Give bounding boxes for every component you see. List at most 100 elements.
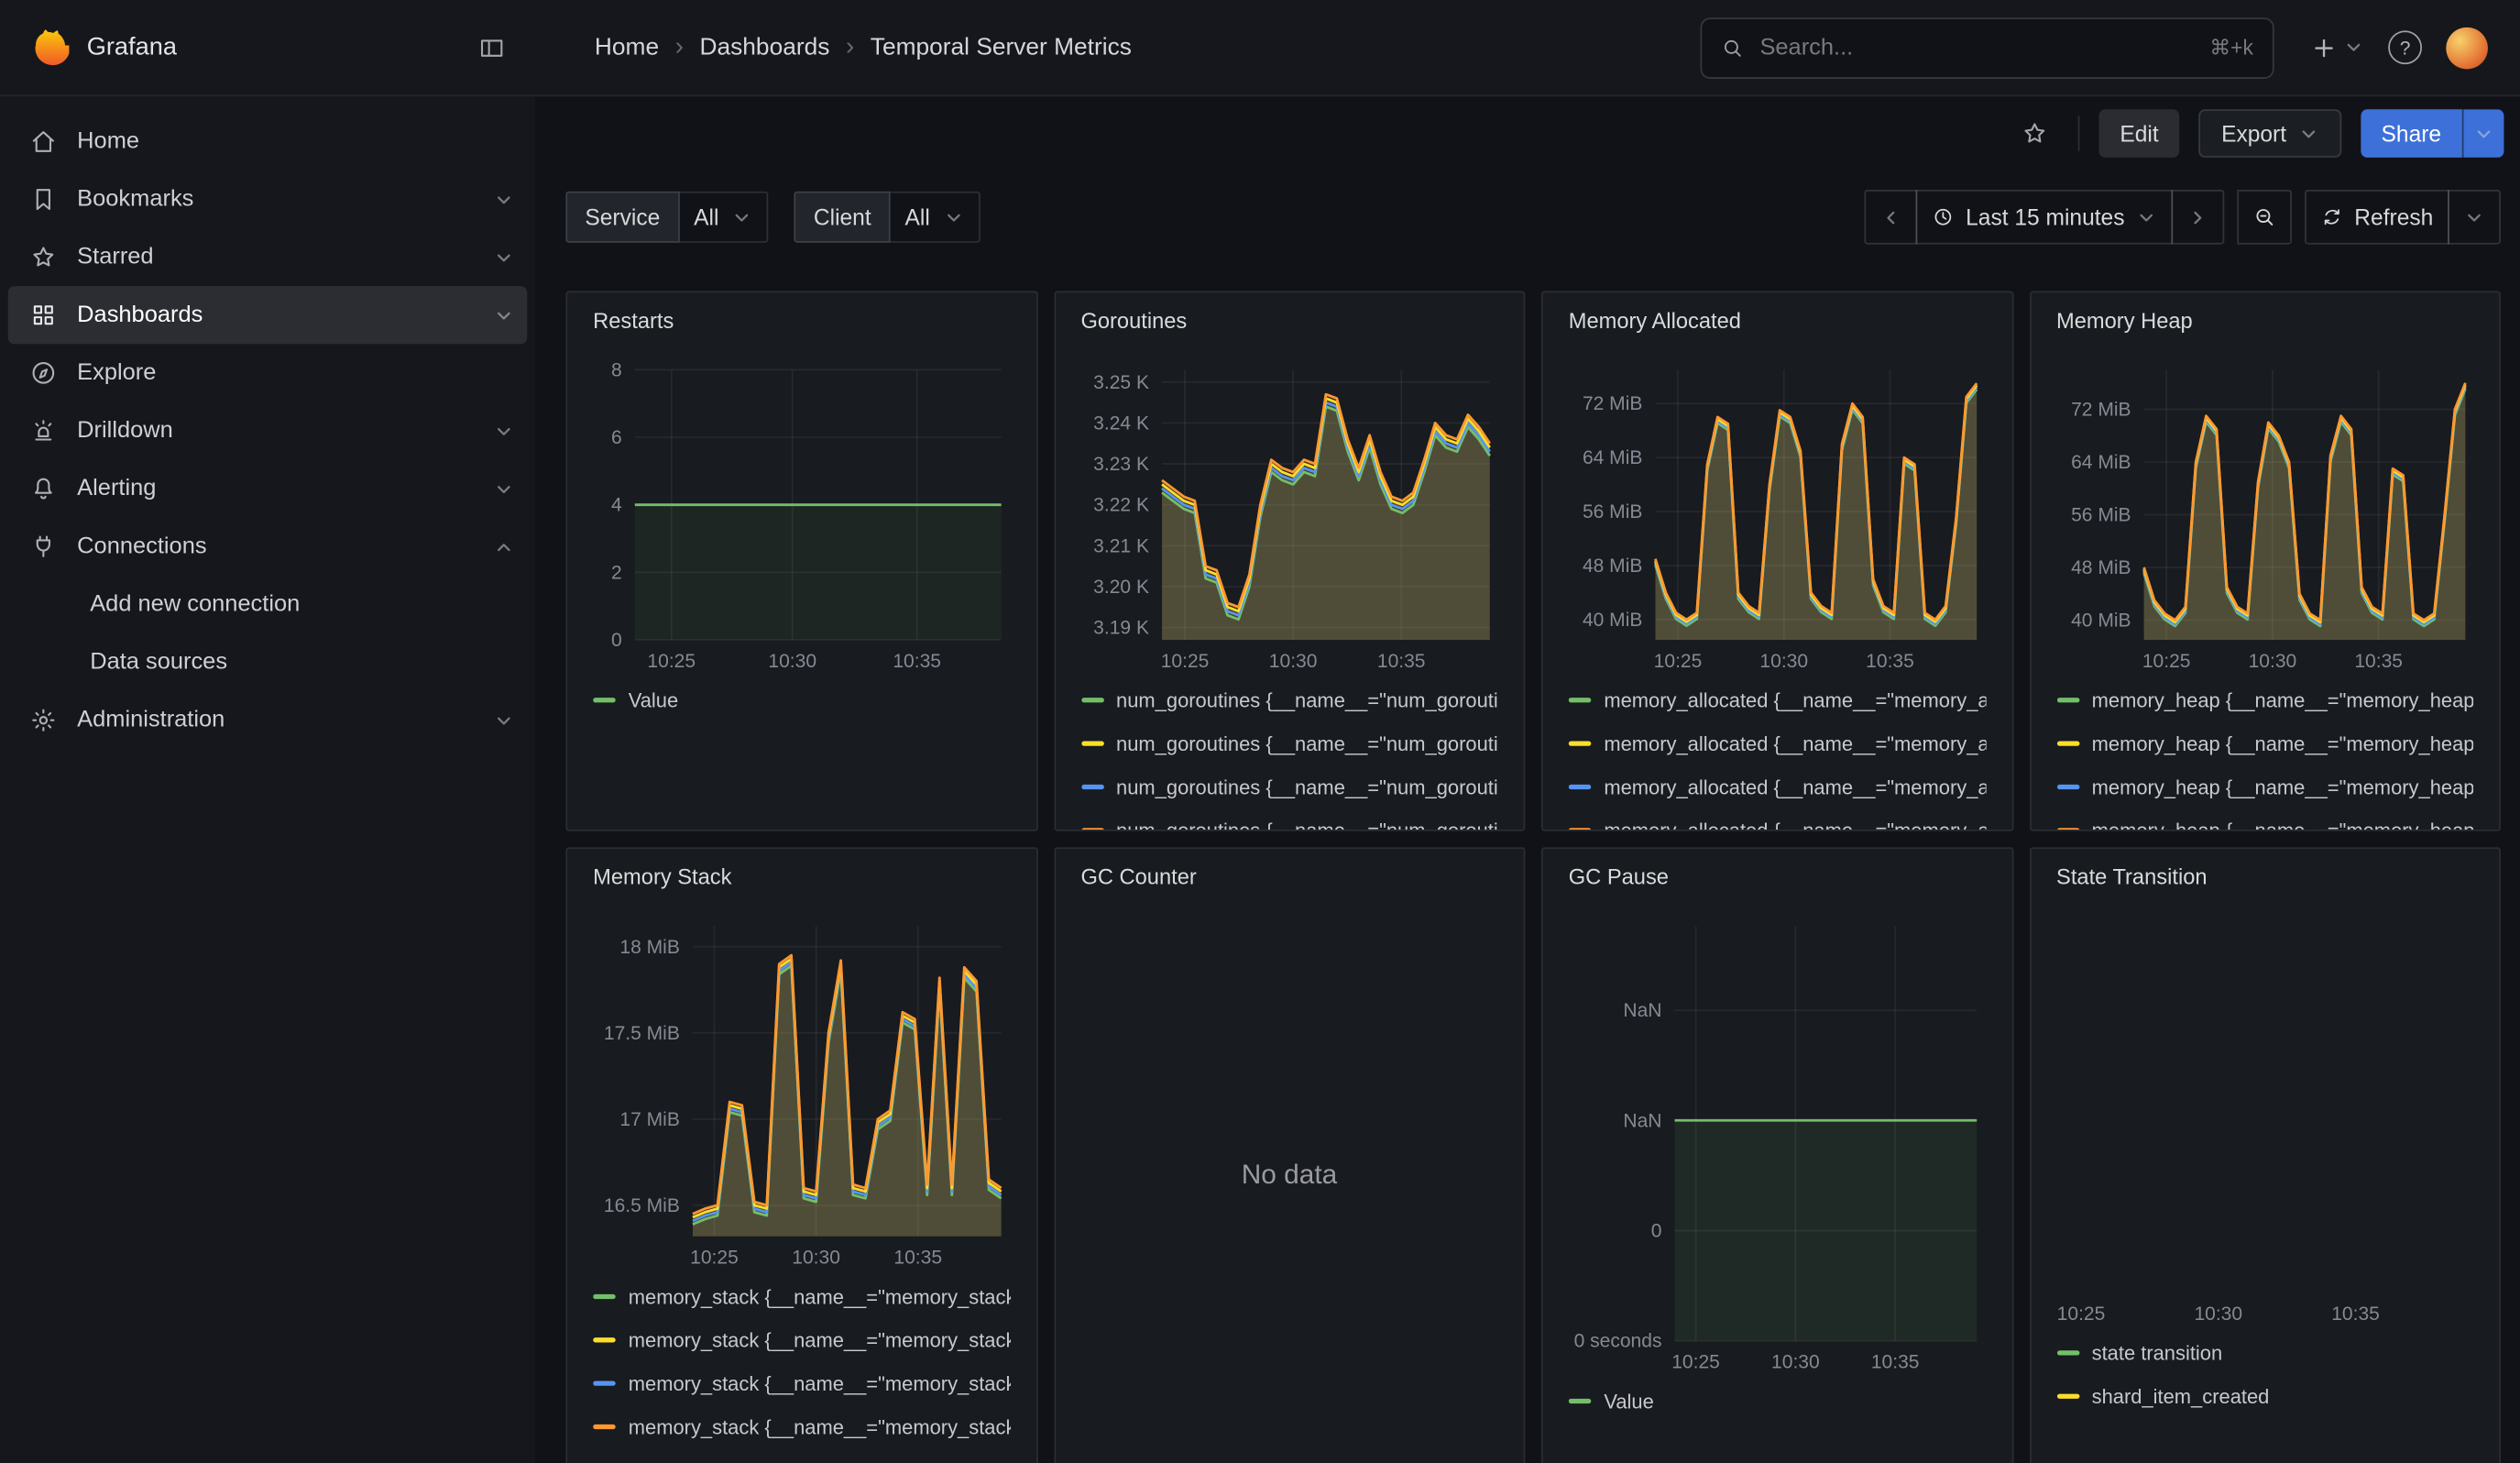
grafana-logo[interactable]: [29, 28, 70, 68]
legend-item[interactable]: num_goroutines {__name__="num_goroutines…: [1080, 721, 1497, 764]
sidebar-item-data-sources[interactable]: Data sources: [8, 633, 527, 691]
svg-text:72 MiB: 72 MiB: [1583, 393, 1642, 414]
panel-header[interactable]: State Transition: [2056, 865, 2473, 910]
legend-item[interactable]: Value: [1569, 1380, 1986, 1423]
panel-goroutines: Goroutines 3.19 K3.20 K3.21 K3.22 K3.23 …: [1054, 291, 1526, 830]
dashboard-controls: ServiceAllClientAll Last 15 minutes: [565, 190, 2501, 245]
sidebar-item-bookmarks[interactable]: Bookmarks: [8, 170, 527, 228]
legend-item[interactable]: num_goroutines {__name__="num_goroutines…: [1080, 678, 1497, 721]
legend-item[interactable]: num_goroutines {__name__="num_goroutines…: [1080, 765, 1497, 808]
legend-item[interactable]: shard_item_created: [2056, 1375, 2473, 1418]
filter-value-dropdown[interactable]: All: [891, 192, 980, 243]
sidebar-item-starred[interactable]: Starred: [8, 228, 527, 286]
sidebar-item-dashboards[interactable]: Dashboards: [8, 286, 527, 344]
svg-text:3.20 K: 3.20 K: [1092, 577, 1148, 598]
panel-header[interactable]: Memory Stack: [593, 865, 1010, 910]
legend-label: memory_stack {__name__="memory_stack": [629, 1329, 1011, 1352]
search-shortcut: ⌘+k: [2209, 35, 2253, 60]
zoom-out-button[interactable]: [2237, 190, 2292, 245]
panel-chart: 40 MiB48 MiB56 MiB64 MiB72 MiB10:2510:30…: [2056, 354, 2473, 676]
panel-title: GC Counter: [1080, 865, 1497, 889]
svg-text:0: 0: [1651, 1221, 1662, 1242]
breadcrumb-item-home[interactable]: Home: [595, 34, 659, 61]
legend-color-marker: [2056, 698, 2079, 702]
bell-icon: [29, 474, 59, 503]
legend-item[interactable]: memory_stack {__name__="memory_stack": [593, 1405, 1010, 1448]
svg-text:17 MiB: 17 MiB: [619, 1109, 679, 1130]
sidebar-item-explore[interactable]: Explore: [8, 344, 527, 402]
legend-item[interactable]: memory_heap {__name__="memory_heap": [2056, 678, 2473, 721]
legend-label: Value: [1604, 1390, 1653, 1413]
legend-item[interactable]: Value: [593, 678, 1010, 721]
legend-item[interactable]: state transition: [2056, 1331, 2473, 1374]
search-box[interactable]: ⌘+k: [1701, 16, 2274, 78]
sidebar-item-drilldown[interactable]: Drilldown: [8, 402, 527, 459]
sidebar-item-alerting[interactable]: Alerting: [8, 460, 527, 518]
legend-item[interactable]: memory_stack {__name__="memory_stack": [593, 1318, 1010, 1361]
legend-color-marker: [2056, 1394, 2079, 1399]
legend-item[interactable]: memory_heap {__name__="memory_heap": [2056, 721, 2473, 764]
filter-value-dropdown[interactable]: All: [679, 192, 768, 243]
panel-grid: Restarts 0246810:2510:3010:35 Value Goro…: [535, 291, 2520, 1463]
sidebar-item-administration[interactable]: Administration: [8, 691, 527, 749]
search-input[interactable]: [1757, 33, 2197, 62]
svg-text:0: 0: [611, 630, 622, 651]
chart-canvas: 40 MiB48 MiB56 MiB64 MiB72 MiB10:2510:30…: [1569, 354, 1987, 676]
export-button[interactable]: Export: [2199, 109, 2341, 158]
panel-chart: 10:2510:3010:35: [2056, 910, 2473, 1328]
search-icon: [1721, 36, 1744, 59]
sidebar-item-add-new-connection[interactable]: Add new connection: [8, 576, 527, 633]
share-button[interactable]: Share: [2361, 109, 2462, 158]
sidebar-item-home[interactable]: Home: [8, 113, 527, 170]
breadcrumb-item-dashboards[interactable]: Dashboards: [700, 34, 830, 61]
svg-text:10:30: 10:30: [768, 651, 816, 672]
legend-item[interactable]: memory_allocated {__name__="memory_alloc…: [1569, 808, 1986, 830]
panel-memory-stack: Memory Stack 16.5 MiB17 MiB17.5 MiB18 Mi…: [565, 847, 1037, 1463]
time-forward-button[interactable]: [2171, 190, 2224, 245]
legend-label: memory_heap {__name__="memory_heap": [2092, 820, 2474, 830]
sidebar-item-label: Add new connection: [90, 591, 514, 617]
dashboard-toolbar: Edit Export Share: [535, 96, 2520, 170]
breadcrumb-separator: ›: [675, 33, 684, 62]
legend-item[interactable]: memory_allocated {__name__="memory_alloc…: [1569, 721, 1986, 764]
help-button[interactable]: ?: [2388, 30, 2422, 64]
time-back-button[interactable]: [1865, 190, 1918, 245]
svg-text:10:30: 10:30: [1268, 651, 1317, 672]
nav-actions: ?: [2274, 27, 2520, 69]
svg-text:64 MiB: 64 MiB: [2070, 452, 2130, 473]
top-nav: Grafana Home›Dashboards›Temporal Server …: [0, 0, 2520, 96]
legend-label: num_goroutines {__name__="num_goroutines…: [1116, 689, 1498, 712]
panel-legend: memory_allocated {__name__="memory_alloc…: [1569, 676, 1986, 830]
legend-item[interactable]: memory_heap {__name__="memory_heap": [2056, 765, 2473, 808]
panel-header[interactable]: GC Pause: [1569, 865, 1986, 910]
panel-gc-counter: GC Counter No data: [1054, 847, 1526, 1463]
share-menu-button[interactable]: [2462, 109, 2504, 158]
breadcrumb-item-temporal-server-metrics[interactable]: Temporal Server Metrics: [871, 34, 1132, 61]
sidebar-toggle-button[interactable]: [467, 23, 516, 72]
star-dashboard-button[interactable]: [2011, 109, 2059, 158]
chart-canvas: 16.5 MiB17 MiB17.5 MiB18 MiB10:2510:3010…: [593, 910, 1011, 1272]
panel-header[interactable]: GC Counter: [1080, 865, 1497, 910]
legend-item[interactable]: memory_allocated {__name__="memory_alloc…: [1569, 765, 1986, 808]
legend-item[interactable]: memory_allocated {__name__="memory_alloc…: [1569, 678, 1986, 721]
panel-title: Goroutines: [1080, 309, 1497, 333]
legend-color-marker: [1080, 742, 1103, 746]
legend-item[interactable]: memory_stack {__name__="memory_stack": [593, 1361, 1010, 1404]
panel-header[interactable]: Restarts: [593, 309, 1010, 354]
add-button[interactable]: [2309, 33, 2364, 62]
edit-button[interactable]: Edit: [2099, 109, 2180, 158]
time-range-picker[interactable]: Last 15 minutes: [1916, 190, 2173, 245]
panel-header[interactable]: Memory Allocated: [1569, 309, 1986, 354]
refresh-button[interactable]: Refresh: [2305, 190, 2449, 245]
legend-item[interactable]: num_goroutines {__name__="num_goroutines…: [1080, 808, 1497, 830]
refresh-interval-button[interactable]: [2448, 190, 2501, 245]
panel-header[interactable]: Goroutines: [1080, 309, 1497, 354]
legend-item[interactable]: memory_stack {__name__="memory_stack": [593, 1275, 1010, 1318]
legend-label: memory_heap {__name__="memory_heap": [2092, 776, 2474, 798]
sidebar-item-connections[interactable]: Connections: [8, 518, 527, 576]
user-avatar[interactable]: [2446, 27, 2488, 69]
filter-label: Client: [794, 192, 891, 243]
panel-header[interactable]: Memory Heap: [2056, 309, 2473, 354]
legend-item[interactable]: memory_heap {__name__="memory_heap": [2056, 808, 2473, 830]
svg-text:4: 4: [611, 495, 622, 516]
